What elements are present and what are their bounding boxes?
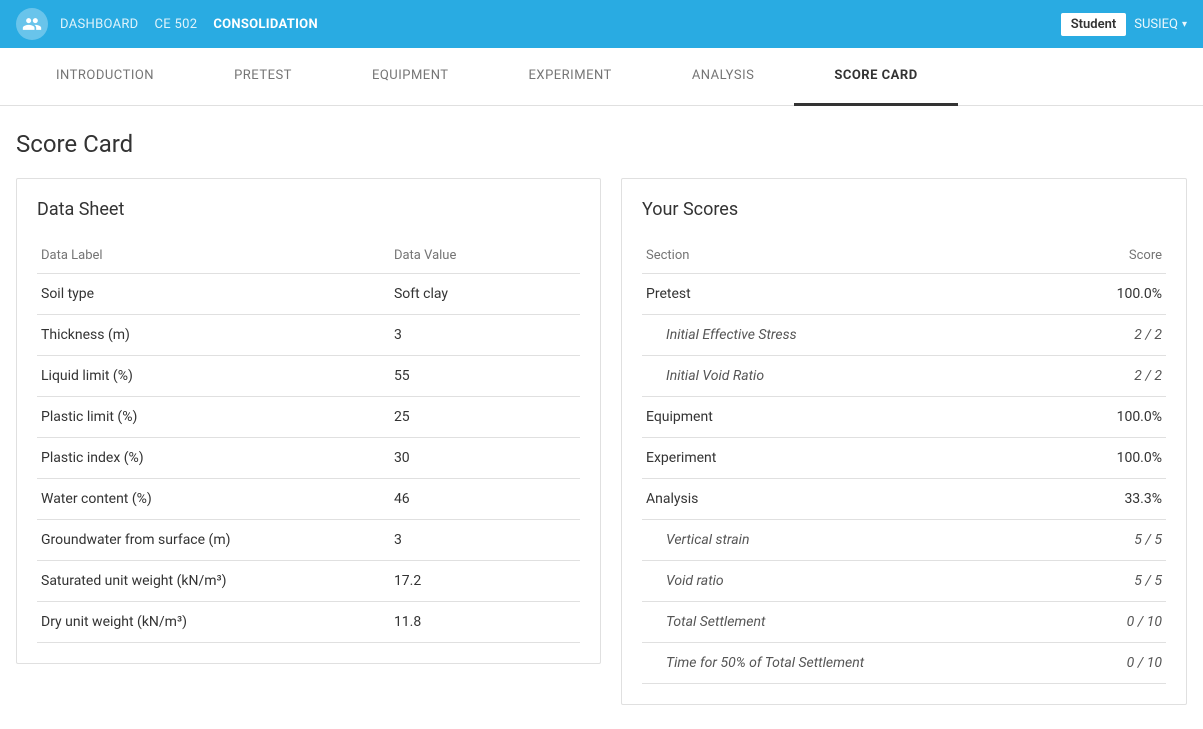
section-label: Initial Effective Stress <box>642 315 1035 356</box>
tab-pretest[interactable]: PRETEST <box>194 48 332 106</box>
section-label: Analysis <box>642 479 1035 520</box>
table-row: Dry unit weight (kN/m³) 11.8 <box>37 602 580 643</box>
data-sheet-card: Data Sheet Data Label Data Value Soil ty… <box>16 178 601 664</box>
data-label: Liquid limit (%) <box>37 356 390 397</box>
score-value: 5 / 5 <box>1035 561 1166 602</box>
table-row: Total Settlement 0 / 10 <box>642 602 1166 643</box>
top-nav: DASHBOARD CE 502 CONSOLIDATION Student S… <box>0 0 1203 48</box>
tab-experiment[interactable]: EXPERIMENT <box>489 48 652 106</box>
user-name: SUSIEQ <box>1134 17 1178 32</box>
table-row: Plastic index (%) 30 <box>37 438 580 479</box>
section-label: Equipment <box>642 397 1035 438</box>
section-header: Section <box>642 240 1035 274</box>
data-value: 25 <box>390 397 580 438</box>
section-label: Initial Void Ratio <box>642 356 1035 397</box>
data-label: Groundwater from surface (m) <box>37 520 390 561</box>
score-header: Score <box>1035 240 1166 274</box>
score-value: 2 / 2 <box>1035 356 1166 397</box>
dashboard-link[interactable]: DASHBOARD <box>60 17 139 32</box>
table-row: Time for 50% of Total Settlement 0 / 10 <box>642 643 1166 684</box>
score-value: 0 / 10 <box>1035 643 1166 684</box>
tab-nav: INTRODUCTION PRETEST EQUIPMENT EXPERIMEN… <box>0 48 1203 106</box>
ce502-link[interactable]: CE 502 <box>155 17 198 32</box>
data-label: Thickness (m) <box>37 315 390 356</box>
section-label: Vertical strain <box>642 520 1035 561</box>
consolidation-link[interactable]: CONSOLIDATION <box>213 17 318 32</box>
data-value: 11.8 <box>390 602 580 643</box>
table-row: Initial Void Ratio 2 / 2 <box>642 356 1166 397</box>
student-badge: Student <box>1061 13 1127 36</box>
topnav-links: DASHBOARD CE 502 CONSOLIDATION <box>60 17 1061 32</box>
topnav-right: Student SUSIEQ ▾ <box>1061 13 1187 36</box>
score-value: 33.3% <box>1035 479 1166 520</box>
scores-table: Section Score Pretest 100.0% Initial Eff… <box>642 240 1166 684</box>
score-value: 5 / 5 <box>1035 520 1166 561</box>
section-label: Time for 50% of Total Settlement <box>642 643 1035 684</box>
data-value: 3 <box>390 315 580 356</box>
cards-row: Data Sheet Data Label Data Value Soil ty… <box>16 178 1187 705</box>
tab-equipment[interactable]: EQUIPMENT <box>332 48 489 106</box>
chevron-down-icon: ▾ <box>1182 19 1187 30</box>
table-row: Analysis 33.3% <box>642 479 1166 520</box>
scores-card: Your Scores Section Score Pretest 100.0%… <box>621 178 1187 705</box>
tab-introduction[interactable]: INTRODUCTION <box>16 48 194 106</box>
data-value: 3 <box>390 520 580 561</box>
table-row: Soil type Soft clay <box>37 274 580 315</box>
table-row: Plastic limit (%) 25 <box>37 397 580 438</box>
data-value: 46 <box>390 479 580 520</box>
table-row: Initial Effective Stress 2 / 2 <box>642 315 1166 356</box>
scores-title: Your Scores <box>642 199 1166 220</box>
user-avatar-icon <box>16 8 48 40</box>
data-value: Soft clay <box>390 274 580 315</box>
table-row: Void ratio 5 / 5 <box>642 561 1166 602</box>
data-label: Water content (%) <box>37 479 390 520</box>
data-value: 30 <box>390 438 580 479</box>
table-row: Groundwater from surface (m) 3 <box>37 520 580 561</box>
table-row: Thickness (m) 3 <box>37 315 580 356</box>
data-label: Plastic limit (%) <box>37 397 390 438</box>
table-row: Saturated unit weight (kN/m³) 17.2 <box>37 561 580 602</box>
data-label: Saturated unit weight (kN/m³) <box>37 561 390 602</box>
main-content: Score Card Data Sheet Data Label Data Va… <box>0 106 1203 729</box>
table-row: Pretest 100.0% <box>642 274 1166 315</box>
section-label: Pretest <box>642 274 1035 315</box>
score-value: 100.0% <box>1035 438 1166 479</box>
score-value: 100.0% <box>1035 397 1166 438</box>
data-sheet-title: Data Sheet <box>37 199 580 220</box>
data-value: 17.2 <box>390 561 580 602</box>
section-label: Experiment <box>642 438 1035 479</box>
score-value: 100.0% <box>1035 274 1166 315</box>
data-label-header: Data Label <box>37 240 390 274</box>
table-row: Experiment 100.0% <box>642 438 1166 479</box>
table-row: Water content (%) 46 <box>37 479 580 520</box>
table-row: Equipment 100.0% <box>642 397 1166 438</box>
data-sheet-table: Data Label Data Value Soil type Soft cla… <box>37 240 580 643</box>
data-label: Soil type <box>37 274 390 315</box>
data-label: Plastic index (%) <box>37 438 390 479</box>
table-row: Liquid limit (%) 55 <box>37 356 580 397</box>
section-label: Total Settlement <box>642 602 1035 643</box>
score-value: 2 / 2 <box>1035 315 1166 356</box>
page-title: Score Card <box>16 130 1187 158</box>
user-menu[interactable]: SUSIEQ ▾ <box>1134 17 1187 32</box>
data-value-header: Data Value <box>390 240 580 274</box>
tab-analysis[interactable]: ANALYSIS <box>652 48 795 106</box>
score-value: 0 / 10 <box>1035 602 1166 643</box>
tab-score-card[interactable]: SCORE CARD <box>794 48 957 106</box>
table-row: Vertical strain 5 / 5 <box>642 520 1166 561</box>
section-label: Void ratio <box>642 561 1035 602</box>
data-value: 55 <box>390 356 580 397</box>
data-label: Dry unit weight (kN/m³) <box>37 602 390 643</box>
